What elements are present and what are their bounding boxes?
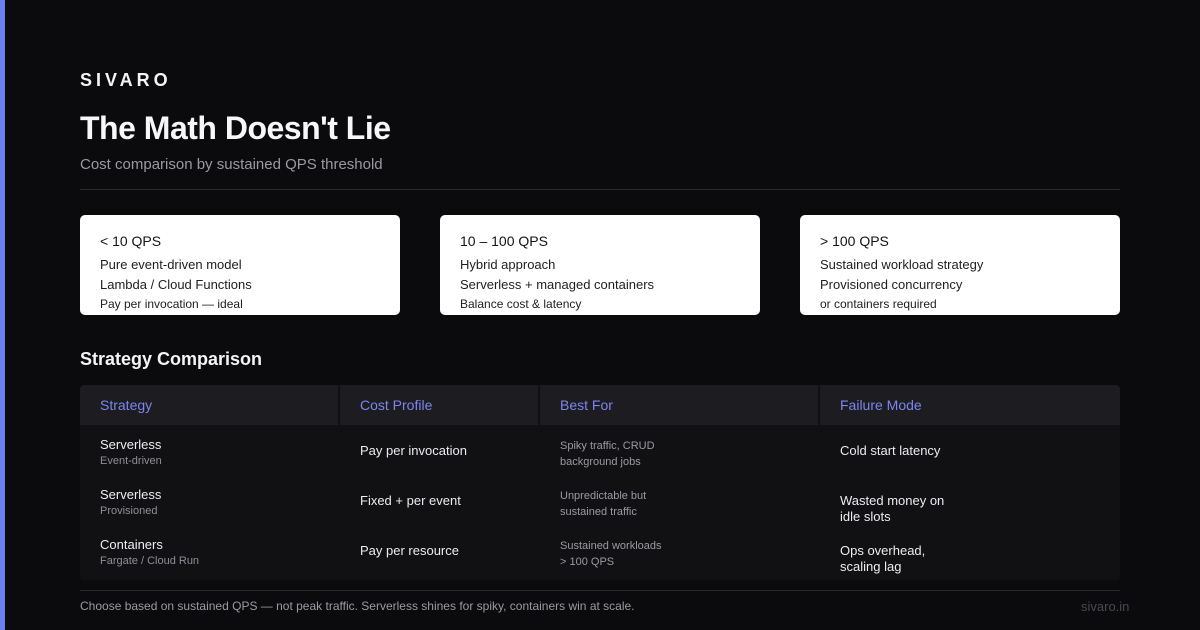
best-for-line: Unpredictable but xyxy=(560,490,647,502)
best-for-line: Sustained workloads xyxy=(560,540,662,552)
slide: SIVARO The Math Doesn't Lie Cost compari… xyxy=(0,0,1200,630)
table-row: Containers Fargate / Cloud Run Pay per r… xyxy=(80,537,1120,587)
column-header-failure-mode: Failure Mode xyxy=(820,385,1120,425)
card-line: Hybrid approach xyxy=(460,257,556,272)
section-title: Strategy Comparison xyxy=(80,349,263,369)
footer-note: Choose based on sustained QPS — not peak… xyxy=(80,599,635,613)
brand-logo: SIVARO xyxy=(80,70,172,90)
column-header-cost-profile: Cost Profile xyxy=(340,385,538,425)
best-for-line: > 100 QPS xyxy=(560,556,615,568)
strategy-subtype: Event-driven xyxy=(100,455,162,467)
failure-mode-line: Ops overhead, xyxy=(840,543,926,558)
card-heading: > 100 QPS xyxy=(820,233,889,249)
cost-profile: Fixed + per event xyxy=(360,493,461,508)
table-row: Serverless Provisioned Fixed + per event… xyxy=(80,487,1120,537)
footer-divider xyxy=(80,590,1120,591)
card-line: Balance cost & latency xyxy=(460,297,582,311)
card-line: Serverless + managed containers xyxy=(460,277,655,292)
table-row: Serverless Event-driven Pay per invocati… xyxy=(80,437,1120,487)
failure-mode-line: idle slots xyxy=(840,509,891,524)
column-header-best-for: Best For xyxy=(540,385,818,425)
best-for-cell: Spiky traffic, CRUD background jobs xyxy=(560,438,818,470)
best-for-line: Spiky traffic, CRUD xyxy=(560,440,655,452)
strategy-subtype: Provisioned xyxy=(100,505,158,517)
failure-mode-line: Cold start latency xyxy=(840,443,941,458)
cost-profile: Pay per invocation xyxy=(360,443,467,458)
strategy-name: Serverless xyxy=(100,487,162,502)
strategy-cell: Serverless Event-driven xyxy=(100,437,338,469)
strategy-subtype: Fargate / Cloud Run xyxy=(100,555,200,567)
qps-card-mid: 10 – 100 QPS Hybrid approach Serverless … xyxy=(440,215,760,315)
best-for-line: background jobs xyxy=(560,456,641,468)
table-header: Strategy Cost Profile Best For Failure M… xyxy=(80,385,1120,425)
card-line: or containers required xyxy=(820,297,937,311)
page-title: The Math Doesn't Lie xyxy=(80,110,391,146)
strategy-cell: Serverless Provisioned xyxy=(100,487,338,519)
header-divider xyxy=(80,189,1120,190)
failure-cell: Ops overhead, scaling lag xyxy=(840,543,1120,575)
cost-cell: Fixed + per event xyxy=(360,493,538,509)
strategy-cell: Containers Fargate / Cloud Run xyxy=(100,537,338,569)
best-for-line: sustained traffic xyxy=(560,506,637,518)
strategy-name: Serverless xyxy=(100,437,162,452)
failure-mode-line: scaling lag xyxy=(840,559,902,574)
failure-mode-line: Wasted money on xyxy=(840,493,945,508)
best-for-cell: Unpredictable but sustained traffic xyxy=(560,488,818,520)
cost-profile: Pay per resource xyxy=(360,543,459,558)
page-subtitle: Cost comparison by sustained QPS thresho… xyxy=(80,156,383,173)
qps-card-low: < 10 QPS Pure event-driven model Lambda … xyxy=(80,215,400,315)
card-heading: < 10 QPS xyxy=(100,233,162,249)
footer-url: sivaro.in xyxy=(1081,599,1130,614)
strategy-table: Strategy Cost Profile Best For Failure M… xyxy=(80,385,1120,580)
cost-cell: Pay per resource xyxy=(360,543,538,559)
card-line: Lambda / Cloud Functions xyxy=(100,277,252,292)
strategy-name: Containers xyxy=(100,537,163,552)
failure-cell: Wasted money on idle slots xyxy=(840,493,1120,525)
card-line: Provisioned concurrency xyxy=(820,277,963,292)
qps-cards: < 10 QPS Pure event-driven model Lambda … xyxy=(80,215,1120,315)
accent-bar xyxy=(0,0,5,630)
card-line: Pure event-driven model xyxy=(100,257,242,272)
qps-card-high: > 100 QPS Sustained workload strategy Pr… xyxy=(800,215,1120,315)
column-header-strategy: Strategy xyxy=(80,385,338,425)
card-line: Sustained workload strategy xyxy=(820,257,984,272)
card-heading: 10 – 100 QPS xyxy=(460,233,548,249)
card-line: Pay per invocation — ideal xyxy=(100,297,243,311)
failure-cell: Cold start latency xyxy=(840,443,1120,459)
best-for-cell: Sustained workloads > 100 QPS xyxy=(560,538,818,570)
cost-cell: Pay per invocation xyxy=(360,443,538,459)
